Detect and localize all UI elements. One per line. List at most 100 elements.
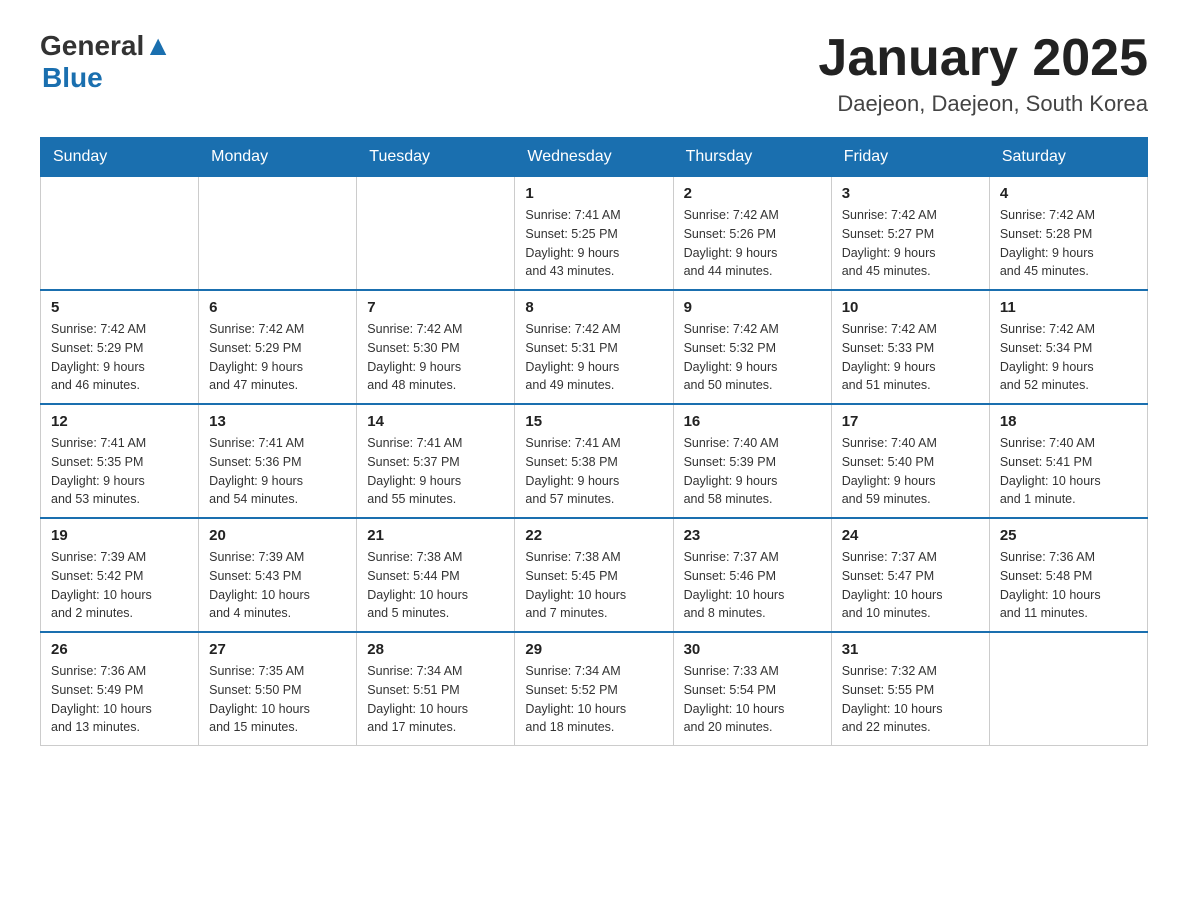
calendar-cell: 12Sunrise: 7:41 AM Sunset: 5:35 PM Dayli… bbox=[41, 404, 199, 518]
day-info: Sunrise: 7:39 AM Sunset: 5:42 PM Dayligh… bbox=[51, 548, 188, 623]
calendar-cell: 13 Sunrise: 7:41 AM Sunset: 5:36 PM Dayli… bbox=[199, 404, 357, 518]
calendar-cell: 31Sunrise: 7:32 AM Sunset: 5:55 PM Dayli… bbox=[831, 632, 989, 746]
calendar-cell: 29Sunrise: 7:34 AM Sunset: 5:52 PM Dayli… bbox=[515, 632, 673, 746]
day-info: Sunrise: 7:42 AM Sunset: 5:33 PM Dayligh… bbox=[842, 320, 979, 395]
day-info: Sunrise: 7:42 AM Sunset: 5:29 PM Dayligh… bbox=[51, 320, 188, 395]
logo-blue-text: Blue bbox=[42, 62, 103, 93]
day-info: Sunrise: 7:41 AM Sunset: 5:36 PM Dayligh… bbox=[209, 434, 346, 509]
day-info: Sunrise: 7:37 AM Sunset: 5:47 PM Dayligh… bbox=[842, 548, 979, 623]
day-info: Sunrise: 7:42 AM Sunset: 5:28 PM Dayligh… bbox=[1000, 206, 1137, 281]
day-info: Sunrise: 7:42 AM Sunset: 5:32 PM Dayligh… bbox=[684, 320, 821, 395]
day-info: Sunrise: 7:38 AM Sunset: 5:45 PM Dayligh… bbox=[525, 548, 662, 623]
day-info: Sunrise: 7:40 AM Sunset: 5:39 PM Dayligh… bbox=[684, 434, 821, 509]
calendar-cell bbox=[199, 177, 357, 291]
day-info: Sunrise: 7:42 AM Sunset: 5:27 PM Dayligh… bbox=[842, 206, 979, 281]
day-number: 7 bbox=[367, 299, 504, 316]
logo-triangle-icon: ▲ bbox=[144, 30, 172, 61]
calendar-week-row-2: 5 Sunrise: 7:42 AM Sunset: 5:29 PM Daylig… bbox=[41, 290, 1148, 404]
calendar-cell: 21 Sunrise: 7:38 AM Sunset: 5:44 PM Dayli… bbox=[357, 518, 515, 632]
day-number: 22 bbox=[525, 527, 662, 544]
calendar-week-row-1: 1 Sunrise: 7:41 AM Sunset: 5:25 PM Daylig… bbox=[41, 177, 1148, 291]
calendar-cell: 14Sunrise: 7:41 AM Sunset: 5:37 PM Dayli… bbox=[357, 404, 515, 518]
calendar-cell: 17 Sunrise: 7:40 AM Sunset: 5:40 PM Dayli… bbox=[831, 404, 989, 518]
day-number: 16 bbox=[684, 413, 821, 430]
calendar-cell: 22 Sunrise: 7:38 AM Sunset: 5:45 PM Dayli… bbox=[515, 518, 673, 632]
calendar-cell: 19 Sunrise: 7:39 AM Sunset: 5:42 PM Dayli… bbox=[41, 518, 199, 632]
day-number: 30 bbox=[684, 641, 821, 658]
calendar-table: Sunday Monday Tuesday Wednesday Thursday… bbox=[40, 137, 1148, 746]
header-wednesday: Wednesday bbox=[515, 138, 673, 177]
day-number: 23 bbox=[684, 527, 821, 544]
calendar-week-row-3: 12Sunrise: 7:41 AM Sunset: 5:35 PM Dayli… bbox=[41, 404, 1148, 518]
day-info: Sunrise: 7:42 AM Sunset: 5:29 PM Dayligh… bbox=[209, 320, 346, 395]
calendar-cell: 4Sunrise: 7:42 AM Sunset: 5:28 PM Daylig… bbox=[989, 177, 1147, 291]
calendar-subtitle: Daejeon, Daejeon, South Korea bbox=[818, 91, 1148, 117]
day-info: Sunrise: 7:42 AM Sunset: 5:26 PM Dayligh… bbox=[684, 206, 821, 281]
day-number: 8 bbox=[525, 299, 662, 316]
calendar-cell: 25Sunrise: 7:36 AM Sunset: 5:48 PM Dayli… bbox=[989, 518, 1147, 632]
day-info: Sunrise: 7:41 AM Sunset: 5:35 PM Dayligh… bbox=[51, 434, 188, 509]
calendar-cell: 26 Sunrise: 7:36 AM Sunset: 5:49 PM Dayli… bbox=[41, 632, 199, 746]
day-number: 18 bbox=[1000, 413, 1137, 430]
calendar-cell: 23 Sunrise: 7:37 AM Sunset: 5:46 PM Dayli… bbox=[673, 518, 831, 632]
day-info: Sunrise: 7:38 AM Sunset: 5:44 PM Dayligh… bbox=[367, 548, 504, 623]
calendar-cell: 15Sunrise: 7:41 AM Sunset: 5:38 PM Dayli… bbox=[515, 404, 673, 518]
calendar-cell: 3 Sunrise: 7:42 AM Sunset: 5:27 PM Daylig… bbox=[831, 177, 989, 291]
header-tuesday: Tuesday bbox=[357, 138, 515, 177]
day-info: Sunrise: 7:32 AM Sunset: 5:55 PM Dayligh… bbox=[842, 662, 979, 737]
calendar-cell bbox=[41, 177, 199, 291]
day-number: 5 bbox=[51, 299, 188, 316]
logo: General▲ Blue bbox=[40, 30, 172, 94]
day-number: 26 bbox=[51, 641, 188, 658]
day-info: Sunrise: 7:40 AM Sunset: 5:41 PM Dayligh… bbox=[1000, 434, 1137, 509]
calendar-week-row-4: 19 Sunrise: 7:39 AM Sunset: 5:42 PM Dayli… bbox=[41, 518, 1148, 632]
calendar-title: January 2025 bbox=[818, 30, 1148, 87]
header-thursday: Thursday bbox=[673, 138, 831, 177]
header-friday: Friday bbox=[831, 138, 989, 177]
day-number: 28 bbox=[367, 641, 504, 658]
day-number: 19 bbox=[51, 527, 188, 544]
day-number: 10 bbox=[842, 299, 979, 316]
calendar-cell bbox=[989, 632, 1147, 746]
day-info: Sunrise: 7:40 AM Sunset: 5:40 PM Dayligh… bbox=[842, 434, 979, 509]
day-info: Sunrise: 7:41 AM Sunset: 5:37 PM Dayligh… bbox=[367, 434, 504, 509]
calendar-cell: 16 Sunrise: 7:40 AM Sunset: 5:39 PM Dayli… bbox=[673, 404, 831, 518]
day-number: 20 bbox=[209, 527, 346, 544]
day-number: 2 bbox=[684, 185, 821, 202]
day-info: Sunrise: 7:36 AM Sunset: 5:48 PM Dayligh… bbox=[1000, 548, 1137, 623]
day-info: Sunrise: 7:39 AM Sunset: 5:43 PM Dayligh… bbox=[209, 548, 346, 623]
day-number: 27 bbox=[209, 641, 346, 658]
page-header: General▲ Blue January 2025 Daejeon, Daej… bbox=[40, 30, 1148, 117]
day-info: Sunrise: 7:33 AM Sunset: 5:54 PM Dayligh… bbox=[684, 662, 821, 737]
day-number: 13 bbox=[209, 413, 346, 430]
day-info: Sunrise: 7:42 AM Sunset: 5:31 PM Dayligh… bbox=[525, 320, 662, 395]
header-sunday: Sunday bbox=[41, 138, 199, 177]
calendar-cell: 30 Sunrise: 7:33 AM Sunset: 5:54 PM Dayli… bbox=[673, 632, 831, 746]
day-number: 17 bbox=[842, 413, 979, 430]
calendar-cell: 8 Sunrise: 7:42 AM Sunset: 5:31 PM Daylig… bbox=[515, 290, 673, 404]
day-info: Sunrise: 7:41 AM Sunset: 5:38 PM Dayligh… bbox=[525, 434, 662, 509]
calendar-cell bbox=[357, 177, 515, 291]
day-info: Sunrise: 7:36 AM Sunset: 5:49 PM Dayligh… bbox=[51, 662, 188, 737]
day-info: Sunrise: 7:34 AM Sunset: 5:52 PM Dayligh… bbox=[525, 662, 662, 737]
calendar-cell: 11Sunrise: 7:42 AM Sunset: 5:34 PM Dayli… bbox=[989, 290, 1147, 404]
day-number: 6 bbox=[209, 299, 346, 316]
day-number: 1 bbox=[525, 185, 662, 202]
calendar-cell: 18 Sunrise: 7:40 AM Sunset: 5:41 PM Dayli… bbox=[989, 404, 1147, 518]
title-section: January 2025 Daejeon, Daejeon, South Kor… bbox=[818, 30, 1148, 117]
calendar-cell: 24Sunrise: 7:37 AM Sunset: 5:47 PM Dayli… bbox=[831, 518, 989, 632]
day-info: Sunrise: 7:42 AM Sunset: 5:30 PM Dayligh… bbox=[367, 320, 504, 395]
logo-text: General▲ bbox=[40, 30, 172, 62]
day-number: 11 bbox=[1000, 299, 1137, 316]
day-info: Sunrise: 7:41 AM Sunset: 5:25 PM Dayligh… bbox=[525, 206, 662, 281]
calendar-cell: 6 Sunrise: 7:42 AM Sunset: 5:29 PM Daylig… bbox=[199, 290, 357, 404]
calendar-cell: 27Sunrise: 7:35 AM Sunset: 5:50 PM Dayli… bbox=[199, 632, 357, 746]
day-info: Sunrise: 7:37 AM Sunset: 5:46 PM Dayligh… bbox=[684, 548, 821, 623]
calendar-cell: 20 Sunrise: 7:39 AM Sunset: 5:43 PM Dayli… bbox=[199, 518, 357, 632]
day-number: 21 bbox=[367, 527, 504, 544]
calendar-cell: 7 Sunrise: 7:42 AM Sunset: 5:30 PM Daylig… bbox=[357, 290, 515, 404]
calendar-header-row: Sunday Monday Tuesday Wednesday Thursday… bbox=[41, 138, 1148, 177]
calendar-cell: 9Sunrise: 7:42 AM Sunset: 5:32 PM Daylig… bbox=[673, 290, 831, 404]
calendar-cell: 28Sunrise: 7:34 AM Sunset: 5:51 PM Dayli… bbox=[357, 632, 515, 746]
day-number: 3 bbox=[842, 185, 979, 202]
